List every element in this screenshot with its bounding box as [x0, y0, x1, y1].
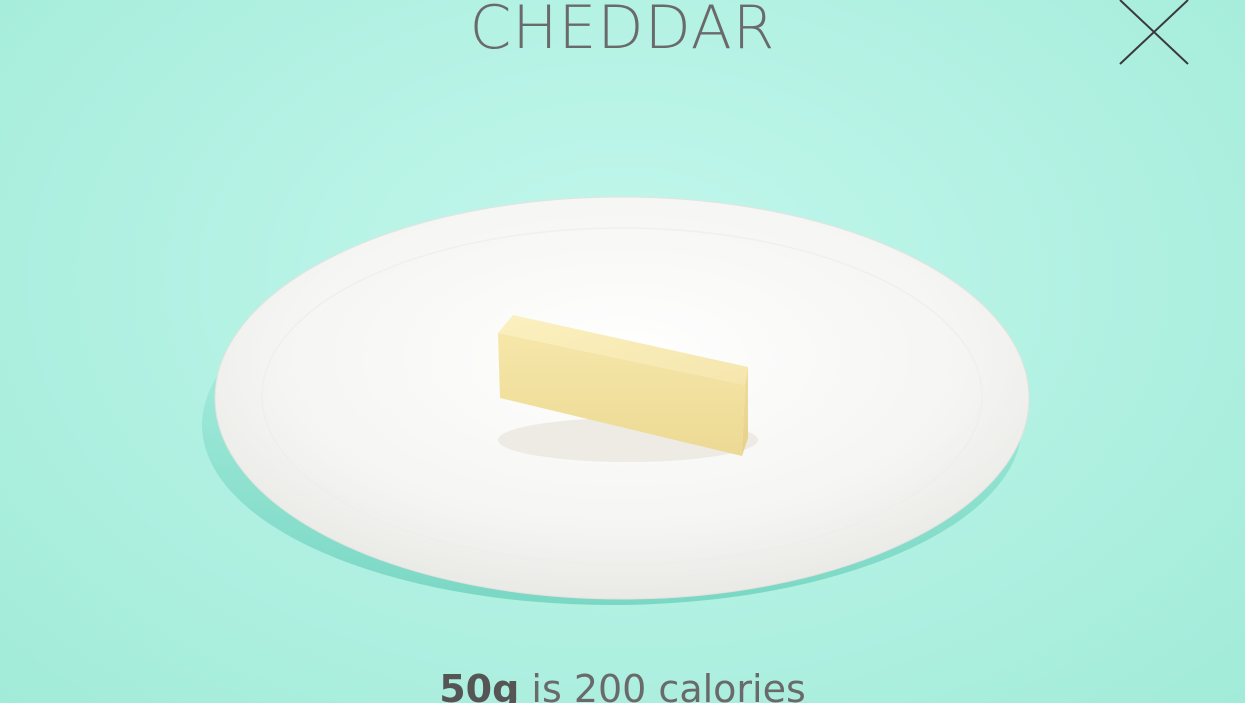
food-detail-view: CHEDDAR 50g is 200 calories — [0, 0, 1245, 703]
calorie-text: is 200 calories — [519, 667, 806, 703]
calorie-caption: 50g is 200 calories — [0, 664, 1245, 703]
food-photo — [202, 196, 1030, 605]
portion-amount: 50g — [439, 667, 520, 703]
